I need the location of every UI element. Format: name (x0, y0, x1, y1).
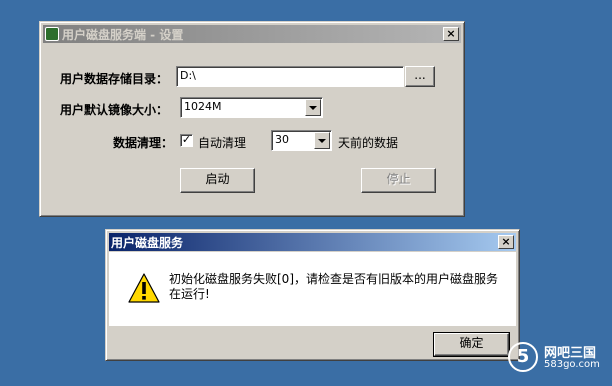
watermark-logo: 5 (508, 342, 538, 372)
settings-titlebar[interactable]: 用户磁盘服务端 - 设置 × (43, 25, 461, 43)
auto-clean-label[interactable]: 自动清理 (198, 134, 246, 151)
days-value: 30 (275, 133, 289, 146)
settings-title: 用户磁盘服务端 - 设置 (62, 27, 184, 42)
dialog-message: 初始化磁盘服务失败[0]，请检查是否有旧版本的用户磁盘服务在运行! (169, 272, 499, 301)
chevron-down-icon[interactable] (314, 132, 330, 149)
storage-dir-label: 用户数据存储目录： (60, 72, 169, 86)
days-select[interactable]: 30 (271, 130, 332, 151)
dialog-title: 用户磁盘服务 (111, 235, 184, 250)
stop-button[interactable]: 停止 (361, 168, 436, 193)
browse-button[interactable]: ... (405, 66, 435, 87)
days-suffix: 天前的数据 (338, 136, 399, 150)
error-dialog: 用户磁盘服务 × 初始化磁盘服务失败[0]，请检查是否有旧版本的用户磁盘服务在运… (105, 229, 520, 361)
warning-icon (128, 273, 160, 303)
watermark-url: 583go.com (544, 359, 600, 370)
app-icon (45, 27, 59, 41)
cleanup-label: 数据清理： (113, 136, 174, 150)
settings-window: 用户磁盘服务端 - 设置 × 用户数据存储目录： D:\ ... 用户默认镜像大… (39, 21, 465, 217)
image-size-label: 用户默认镜像大小： (60, 103, 169, 117)
dialog-close-button[interactable]: × (498, 235, 514, 249)
image-size-select[interactable]: 1024M (180, 97, 323, 118)
ok-button[interactable]: 确定 (433, 332, 510, 357)
auto-clean-checkbox[interactable]: ✓ (180, 134, 193, 147)
dialog-titlebar[interactable]: 用户磁盘服务 × (109, 233, 516, 251)
start-button[interactable]: 启动 (180, 168, 255, 193)
chevron-down-icon[interactable] (305, 99, 321, 116)
image-size-value: 1024M (184, 100, 222, 113)
storage-dir-input[interactable]: D:\ (176, 66, 404, 87)
close-button[interactable]: × (443, 27, 459, 41)
